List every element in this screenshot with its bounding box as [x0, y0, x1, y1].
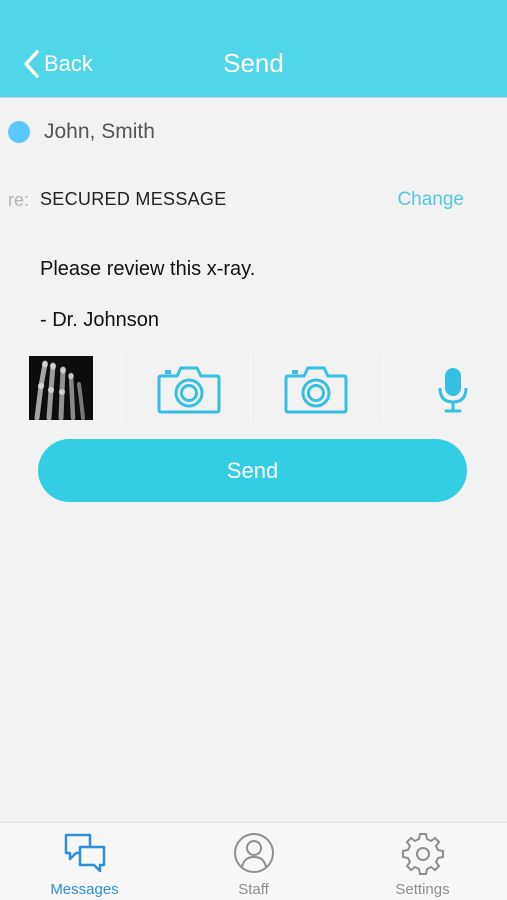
message-body[interactable]: Please review this x-ray. - Dr. Johnson [40, 244, 480, 346]
send-button[interactable]: Send [38, 439, 467, 502]
subject-row: re: SECURED MESSAGE Change [0, 184, 507, 216]
change-subject-link[interactable]: Change [397, 189, 464, 211]
tab-settings[interactable]: Settings [338, 823, 507, 900]
recipient-name: John, Smith [44, 120, 155, 143]
page-title: Send [223, 48, 284, 78]
message-signature: - Dr. Johnson [40, 309, 159, 331]
messages-icon [64, 833, 105, 873]
attachment-slot-4 [380, 354, 507, 422]
attachment-slot-1 [0, 354, 127, 422]
recipient-status-dot [8, 121, 30, 143]
gear-icon [401, 833, 444, 875]
xray-thumbnail[interactable] [29, 356, 93, 420]
tab-messages[interactable]: Messages [0, 823, 169, 900]
attachment-slot-2 [127, 354, 254, 422]
tab-settings-label: Settings [395, 881, 450, 898]
tab-staff[interactable]: Staff [169, 823, 338, 900]
camera-icon[interactable] [157, 364, 221, 414]
subject-prefix: re: [8, 190, 30, 210]
message-line: Please review this x-ray. [40, 258, 256, 280]
attachment-slot-3 [254, 354, 381, 422]
tab-staff-label: Staff [238, 881, 269, 898]
microphone-icon[interactable] [438, 366, 468, 414]
tab-bar: Messages Staff Settings [0, 822, 507, 900]
person-icon [233, 833, 274, 873]
tab-messages-label: Messages [50, 881, 119, 898]
recipient-row[interactable]: John, Smith [0, 112, 507, 156]
camera-icon[interactable] [284, 364, 348, 414]
navigation-bar: Back Send [0, 0, 507, 98]
subject-text: SECURED MESSAGE [40, 189, 227, 209]
attachment-strip [0, 354, 507, 422]
